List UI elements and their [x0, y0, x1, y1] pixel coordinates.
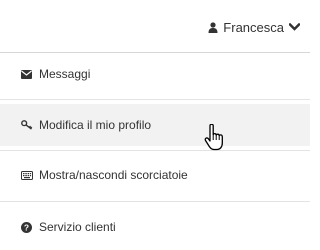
menu-item-modifica-profilo[interactable]: Modifica il mio profilo [0, 104, 310, 146]
envelope-icon [21, 69, 35, 79]
user-dropdown-menu: Messaggi Modifica il mio profilo Mostra/… [0, 52, 310, 250]
divider [0, 150, 310, 151]
menu-item-scorciatoie[interactable]: Mostra/nascondi scorciatoie [0, 154, 310, 196]
menu-item-label: Servizio clienti [39, 220, 116, 234]
key-icon [21, 120, 35, 130]
divider [0, 99, 310, 100]
username-label: Francesca [223, 19, 284, 35]
menu-item-servizio-clienti[interactable]: ? Servizio clienti [0, 206, 310, 248]
svg-text:?: ? [24, 222, 29, 232]
top-bar: Francesca [0, 0, 310, 52]
menu-item-messaggi[interactable]: Messaggi [0, 53, 310, 95]
menu-item-label: Modifica il mio profilo [39, 118, 152, 132]
question-circle-icon: ? [21, 221, 35, 233]
user-menu-toggle[interactable]: Francesca [208, 17, 300, 37]
divider [0, 201, 310, 202]
menu-item-label: Mostra/nascondi scorciatoie [39, 168, 188, 182]
keyboard-icon [21, 170, 35, 180]
chevron-down-icon [289, 23, 300, 31]
menu-item-label: Messaggi [39, 67, 91, 81]
user-menu-page: Francesca Messaggi Modifica il mio profi… [0, 0, 310, 250]
user-icon [208, 21, 218, 33]
